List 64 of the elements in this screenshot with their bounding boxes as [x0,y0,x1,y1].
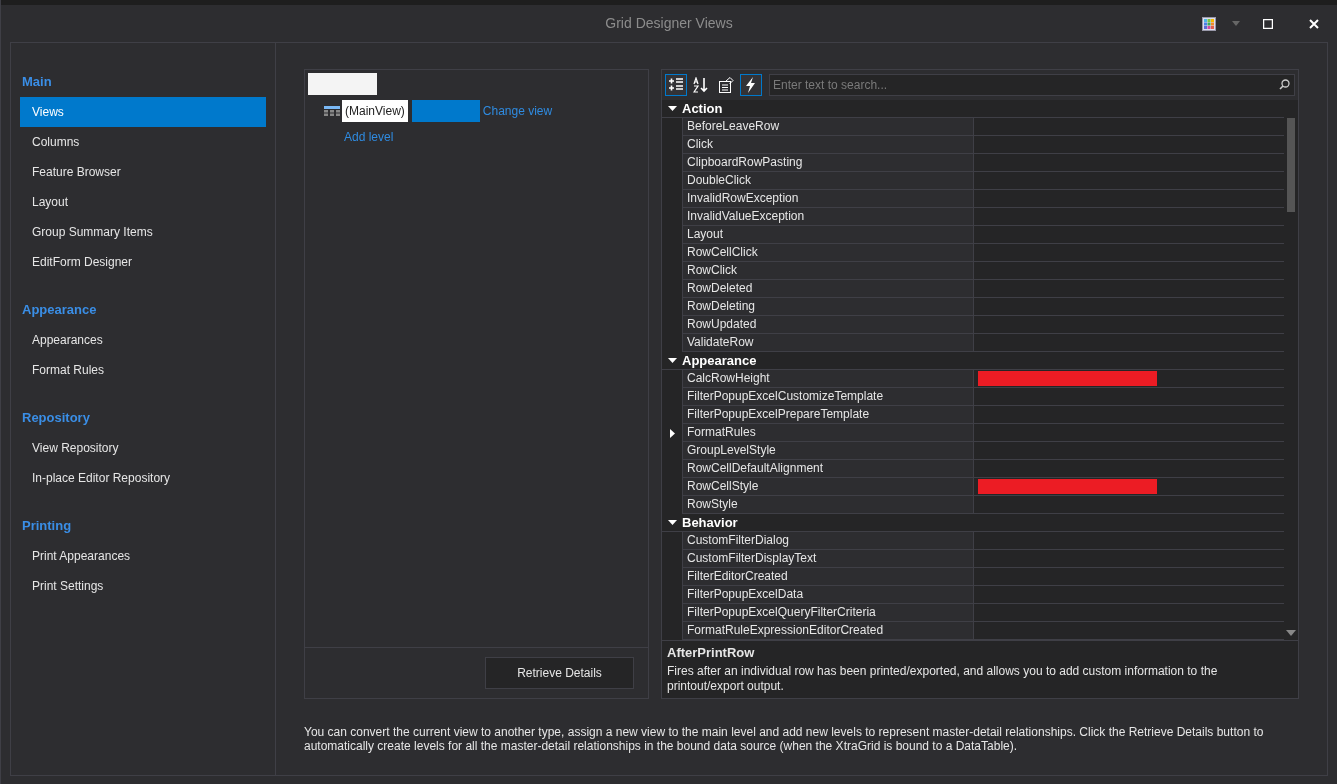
grid-view-icon [324,106,340,116]
retrieve-details-button[interactable]: Retrieve Details [485,657,634,689]
sidebar-item[interactable]: Print Settings [20,571,266,601]
lightning-icon[interactable] [740,74,762,96]
category-title: Action [682,100,723,118]
property-name[interactable]: GroupLevelStyle [682,442,974,460]
property-name[interactable]: FormatRules [682,424,974,442]
sidebar-item[interactable]: View Repository [20,433,266,463]
property-name[interactable]: RowStyle [682,496,974,514]
property-name[interactable]: FilterEditorCreated [682,568,974,586]
search-icon [1279,79,1290,90]
category-title: Appearance [682,351,757,370]
sidebar-item[interactable]: Format Rules [20,355,266,385]
property-name[interactable]: InvalidRowException [682,190,974,208]
categorized-icon[interactable] [665,74,687,96]
sidebar-item[interactable]: Columns [20,127,266,157]
sidebar-item[interactable]: Appearances [20,325,266,355]
description-text: Fires after an individual row has been printed/exported, and allows you to add custom information to the printout/export output. [667,663,1219,694]
property-name[interactable]: InvalidValueException [682,208,974,226]
sidebar-group-title: Printing [21,517,73,535]
redaction-block [411,100,480,122]
sidebar-item[interactable]: In-place Editor Repository [20,463,266,493]
property-name[interactable]: RowDeleting [682,298,974,316]
property-name[interactable]: RowClick [682,262,974,280]
property-name[interactable]: Click [682,136,974,154]
sidebar-item[interactable]: Print Appearances [20,541,266,571]
sidebar-item[interactable]: Group Summary Items [20,217,266,247]
sidebar-item[interactable]: Views [20,97,266,127]
property-name[interactable]: RowCellClick [682,244,974,262]
property-name[interactable]: FormatRuleExpressionEditorCreated [682,622,974,640]
scroll-down-arrow-icon[interactable] [1286,630,1296,636]
property-name[interactable]: CalcRowHeight [682,370,974,388]
property-name[interactable]: RowCellDefaultAlignment [682,460,974,478]
redaction-block [308,73,377,95]
sidebar-item[interactable]: EditForm Designer [20,247,266,277]
property-name[interactable]: ValidateRow [682,334,974,352]
scrollbar-thumb[interactable] [1287,118,1295,212]
property-name[interactable]: RowDeleted [682,280,974,298]
add-level-link[interactable]: Add level [344,128,648,146]
description-title: AfterPrintRow [667,644,756,662]
change-view-link[interactable]: Change view [482,102,553,120]
sidebar-group-title: Appearance [21,301,98,319]
sidebar-item[interactable]: Layout [20,187,266,217]
expand-arrow-icon[interactable] [669,428,675,438]
category-title: Behavior [682,513,738,532]
property-name[interactable]: FilterPopupExcelData [682,586,974,604]
sidebar-group-title: Repository [21,409,91,427]
sidebar-item[interactable]: Feature Browser [20,157,266,187]
property-name[interactable]: CustomFilterDialog [682,532,974,550]
property-name[interactable]: FilterPopupExcelQueryFilterCriteria [682,604,974,622]
window-title: Grid Designer Views [605,14,733,33]
property-name[interactable]: DoubleClick [682,172,974,190]
sidebar-group-title: Main [21,73,53,91]
property-name[interactable]: FilterPopupExcelCustomizeTemplate [682,388,974,406]
help-text: You can convert the current view to another type, assign a new view to the main level and add new levels to represent master-detail relationships. Click the Retrieve Details button to automatically create levels for all the master-detail relationships in the bound data source (when the XtraGrid is bound to a DataTable). [304,725,1265,753]
property-name[interactable]: FilterPopupExcelPrepareTemplate [682,406,974,424]
search-field[interactable]: Enter text to search... [769,74,1295,96]
property-name[interactable]: CustomFilterDisplayText [682,550,974,568]
property-name[interactable]: RowCellStyle [682,478,974,496]
property-name[interactable]: ClipboardRowPasting [682,154,974,172]
property-name[interactable]: Layout [682,226,974,244]
property-name[interactable]: RowUpdated [682,316,974,334]
property-name[interactable]: BeforeLeaveRow [682,118,974,136]
main-view-node[interactable]: (MainView) [342,100,408,122]
